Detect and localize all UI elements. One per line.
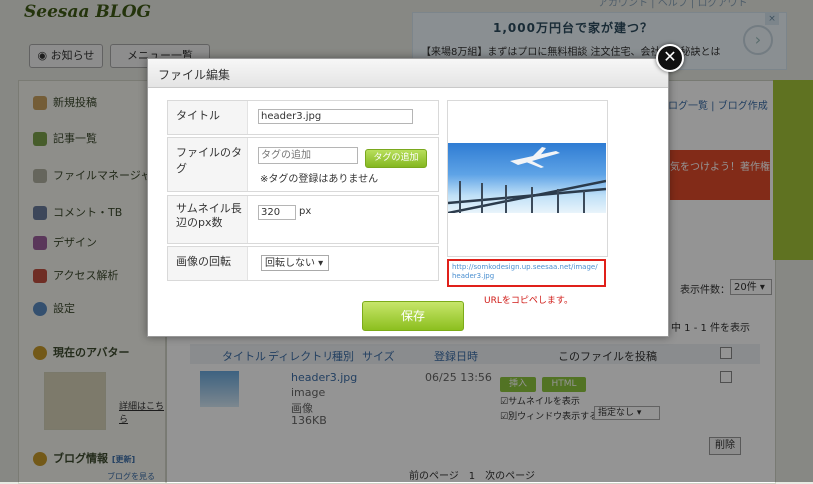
title-label: タイトル bbox=[168, 101, 248, 134]
rotate-select-value: 回転しない bbox=[265, 258, 315, 269]
tag-label: ファイルのタグ bbox=[168, 138, 248, 191]
airplane-photo bbox=[448, 147, 606, 213]
add-tag-button[interactable]: タグの追加 bbox=[365, 149, 427, 168]
tag-row: ファイルのタグ タグの追加 ※タグの登録はありません bbox=[167, 137, 439, 192]
title-row: タイトル bbox=[167, 100, 439, 135]
copy-url-note: URLをコピペします。 bbox=[484, 296, 573, 306]
title-input[interactable] bbox=[258, 109, 413, 124]
save-button[interactable]: 保存 bbox=[362, 301, 464, 331]
file-url-box[interactable]: http://somkodesign.up.seesaa.net/image/h… bbox=[447, 259, 606, 287]
tag-input[interactable] bbox=[258, 147, 358, 164]
preview-image bbox=[448, 143, 606, 213]
tag-note: ※タグの登録はありません bbox=[260, 174, 379, 185]
rotate-row: 画像の回転 回転しない ▾ bbox=[167, 246, 439, 281]
close-icon[interactable]: ✕ bbox=[656, 44, 684, 72]
rotate-select[interactable]: 回転しない ▾ bbox=[261, 255, 329, 271]
thumbnail-size-input[interactable] bbox=[258, 205, 296, 220]
thumbnail-size-row: サムネイル長辺のpx数 px bbox=[167, 195, 439, 244]
dialog-header: ファイル編集 bbox=[148, 59, 668, 88]
px-unit: px bbox=[299, 206, 312, 217]
thumbnail-size-label: サムネイル長辺のpx数 bbox=[168, 196, 248, 243]
dialog-title: ファイル編集 bbox=[158, 68, 231, 82]
rotate-label: 画像の回転 bbox=[168, 247, 248, 280]
